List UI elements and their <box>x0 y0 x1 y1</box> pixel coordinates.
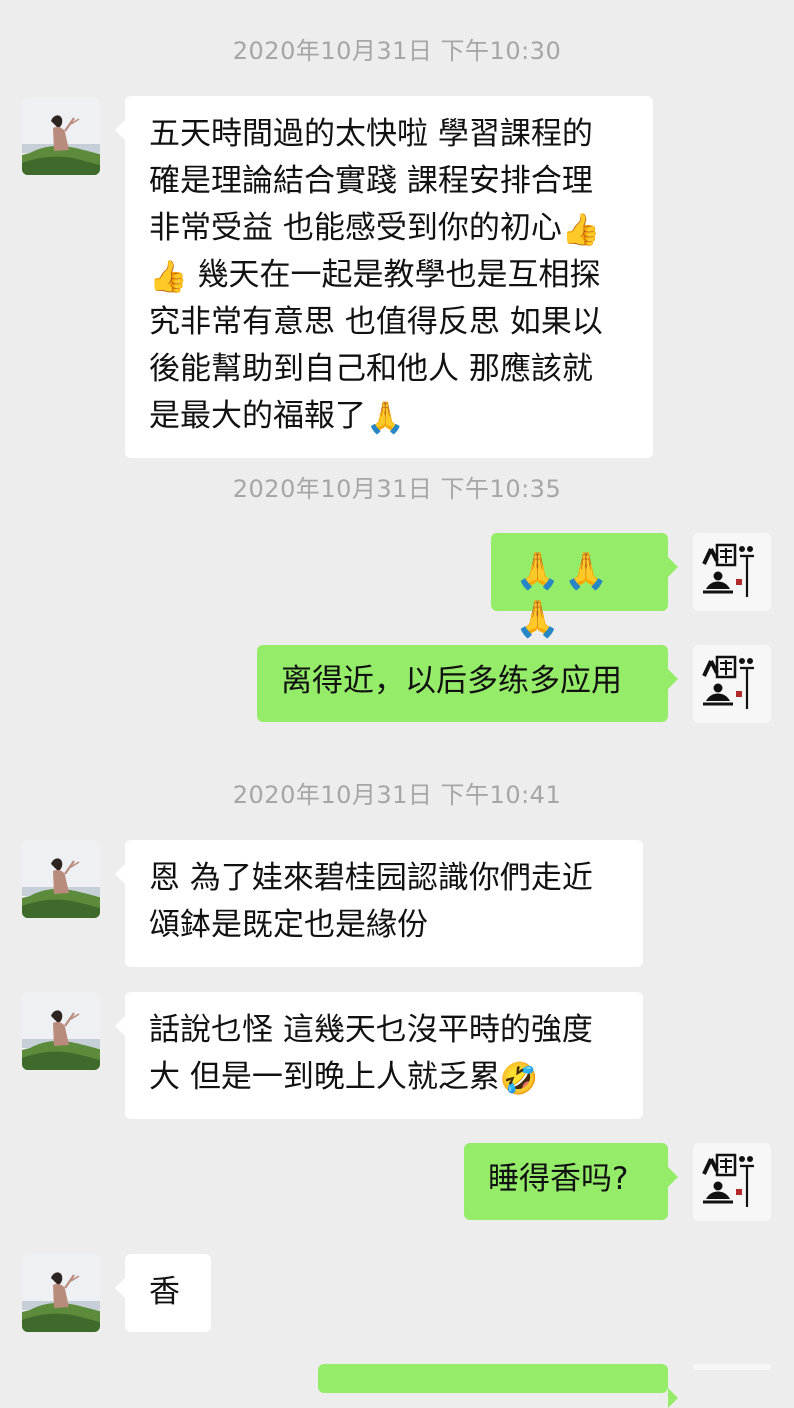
contact-avatar[interactable] <box>22 1254 100 1332</box>
laughing-tears-icon: 🤣 <box>499 1061 539 1097</box>
person-by-water-photo-icon <box>22 840 100 918</box>
message-text: 非常受益 也能感受到你的初心 <box>149 210 562 246</box>
message-text: 大 但是一到晚上人就乏累 <box>149 1059 500 1095</box>
incoming-message-bubble[interactable]: 香 <box>115 1254 211 1332</box>
timestamp: 2020年10月31日 下午10:30 <box>232 37 562 65</box>
message-line: 頌鉢是既定也是緣份 <box>149 907 428 943</box>
timestamp: 2020年10月31日 下午10:35 <box>232 475 562 503</box>
message-line: 究非常有意思 也值得反思 如果以 <box>149 304 603 340</box>
contact-avatar[interactable] <box>22 992 100 1070</box>
calligraphy-logo-icon <box>693 1143 771 1221</box>
message-line: 話說乜怪 這幾天乜沒平時的強度 <box>149 1012 593 1048</box>
contact-avatar[interactable] <box>22 97 100 175</box>
person-by-water-photo-icon <box>22 97 100 175</box>
person-by-water-photo-icon <box>22 992 100 1070</box>
message-text: 是最大的福報了 <box>149 398 366 434</box>
message-line: 恩 為了娃來碧桂园認識你們走近 <box>149 860 593 896</box>
incoming-message-bubble[interactable]: 話說乜怪 這幾天乜沒平時的強度 大 但是一到晚上人就乏累🤣 <box>115 992 643 1119</box>
my-avatar[interactable] <box>693 533 771 611</box>
pray-icon: 🙏 <box>563 551 609 592</box>
message-line: 確是理論結合實踐 課程安排合理 <box>149 163 593 199</box>
message-line: 五天時間過的太快啦 學習課程的 <box>149 116 593 152</box>
message-text: 幾天在一起是教學也是互相探 <box>187 257 601 293</box>
incoming-message-bubble[interactable]: 五天時間過的太快啦 學習課程的 確是理論結合實踐 課程安排合理 非常受益 也能感… <box>115 96 653 458</box>
message-text: 睡得香吗? <box>488 1161 629 1197</box>
my-avatar-partial[interactable] <box>693 1364 771 1370</box>
my-avatar[interactable] <box>693 1143 771 1221</box>
message-line: 👍 幾天在一起是教學也是互相探 <box>149 252 629 299</box>
message-text: 离得近，以后多练多应用 <box>281 663 622 699</box>
pray-icon: 🙏 <box>515 551 560 592</box>
message-text: 香 <box>149 1274 180 1310</box>
calligraphy-logo-icon <box>693 533 771 611</box>
pray-icon: 🙏 <box>515 599 560 640</box>
message-line: 非常受益 也能感受到你的初心👍 <box>149 205 629 252</box>
message-line: 是最大的福報了🙏 <box>149 393 629 440</box>
timestamp: 2020年10月31日 下午10:41 <box>232 781 562 809</box>
thumbs-up-icon: 👍 <box>561 212 601 248</box>
thumbs-up-icon: 👍 <box>149 259 188 295</box>
my-avatar[interactable] <box>693 645 771 723</box>
outgoing-message-bubble[interactable]: 睡得香吗? <box>464 1143 678 1220</box>
pray-icon: 🙏 <box>366 400 405 436</box>
contact-avatar[interactable] <box>22 840 100 918</box>
message-line: 後能幫助到自己和他人 那應該就 <box>149 351 593 387</box>
chat-area: 2020年10月31日 下午10:30 五天時間過的太快啦 學習課程的 確是理論… <box>0 0 794 1408</box>
incoming-message-bubble[interactable]: 恩 為了娃來碧桂园認識你們走近 頌鉢是既定也是緣份 <box>115 840 643 967</box>
outgoing-message-bubble-partial[interactable] <box>318 1364 678 1408</box>
message-line: 大 但是一到晚上人就乏累🤣 <box>149 1054 619 1101</box>
person-by-water-photo-icon <box>22 1254 100 1332</box>
outgoing-message-bubble[interactable]: 离得近，以后多练多应用 <box>257 645 678 722</box>
calligraphy-logo-icon <box>693 645 771 723</box>
outgoing-message-bubble[interactable]: 🙏 🙏🙏 <box>491 533 678 638</box>
